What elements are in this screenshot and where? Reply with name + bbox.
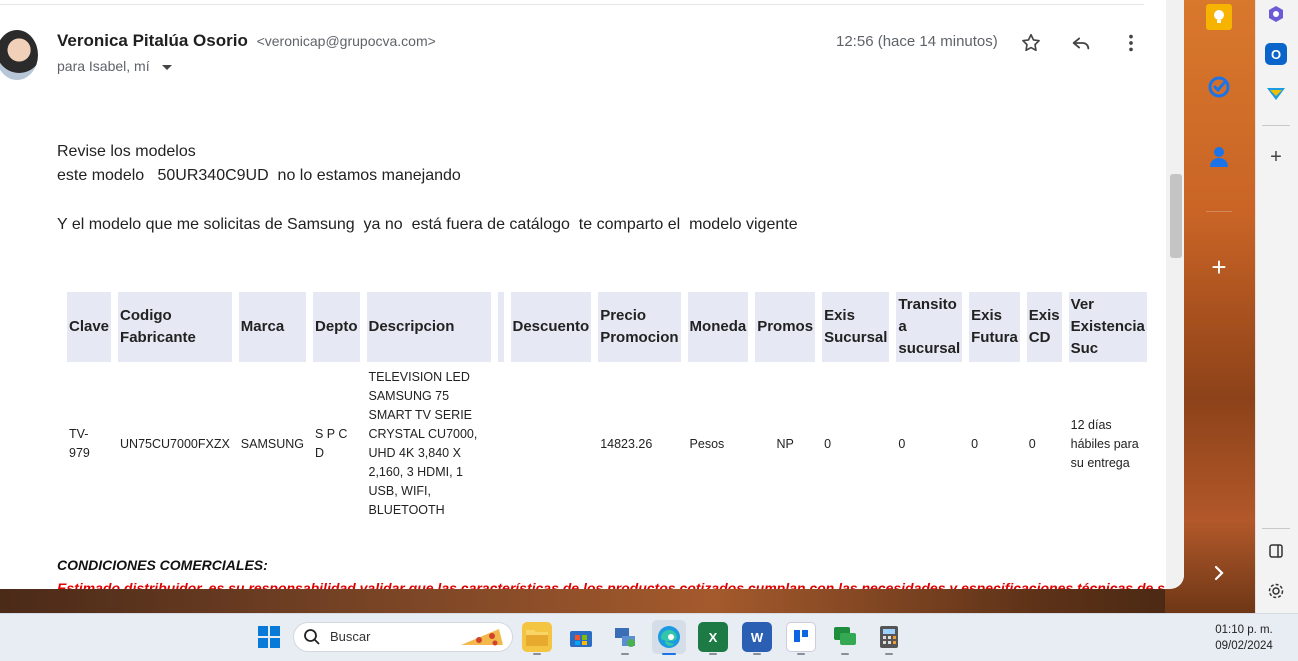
- cell-exis-sucursal: 0: [824, 436, 832, 451]
- scrollbar-track[interactable]: [1166, 0, 1184, 589]
- chat-icon[interactable]: [830, 622, 860, 652]
- excel-icon[interactable]: X: [698, 622, 728, 652]
- divider: [1206, 211, 1232, 212]
- cell-descuento: [511, 366, 592, 522]
- star-icon[interactable]: [1018, 30, 1044, 56]
- panel-toggle-icon[interactable]: [1265, 540, 1287, 562]
- search-icon: [303, 628, 321, 651]
- file-explorer-icon[interactable]: [522, 622, 552, 652]
- more-options-icon[interactable]: [1118, 30, 1144, 56]
- header-promos: Promos: [755, 292, 816, 362]
- start-icon[interactable]: [254, 622, 284, 652]
- divider: [0, 4, 1144, 5]
- recipients-text: para Isabel, mí: [57, 58, 150, 74]
- cell-exis-futura: 0: [971, 436, 979, 451]
- body-line-2: este modelo 50UR340C9UD no lo estamos ma…: [57, 167, 461, 184]
- sender-email: <veronicap@grupocva.com>: [256, 33, 436, 49]
- cell-depto: S P C D: [315, 427, 348, 460]
- sender-name[interactable]: Veronica Pitalúa Osorio: [57, 31, 248, 50]
- recipients-line[interactable]: para Isabel, mí: [57, 58, 172, 74]
- chevron-down-icon[interactable]: [161, 64, 172, 70]
- network-app-icon[interactable]: [610, 622, 640, 652]
- tasks-icon[interactable]: [1206, 74, 1232, 100]
- running-indicator: [621, 653, 629, 655]
- divider: [1262, 125, 1290, 126]
- taskbar: [0, 613, 1298, 661]
- cell-spacer: [498, 366, 504, 522]
- search-placeholder: Buscar: [330, 629, 371, 644]
- header-clave: Clave: [67, 292, 112, 362]
- table-header-row: Clave Codigo Fabricante Marca Depto Desc…: [67, 292, 1147, 362]
- outlook-icon[interactable]: O: [1265, 43, 1287, 65]
- cell-precio: 14823.26: [600, 436, 653, 451]
- send-icon[interactable]: [1265, 83, 1287, 105]
- body-line-1: Revise los modelos: [57, 143, 196, 160]
- store-icon[interactable]: [566, 622, 596, 652]
- header-spacer: [497, 292, 504, 362]
- pizza-icon: [459, 625, 505, 654]
- cell-ver-existencia: 12 días hábiles para su entrega: [1070, 417, 1139, 470]
- divider: [1262, 528, 1290, 529]
- header-marca: Marca: [238, 292, 306, 362]
- header-codigo: Codigo Fabricante: [118, 292, 232, 362]
- running-indicator: [709, 653, 717, 655]
- body-line-3: Y el modelo que me solicitas de Samsung …: [57, 216, 798, 233]
- cell-exis-cd: 0: [1028, 436, 1036, 451]
- header-depto: Depto: [313, 292, 360, 362]
- conditions-text: Estimado distribuidor, es su responsabil…: [57, 580, 1174, 589]
- taskbar-clock[interactable]: 01:10 p. m. 09/02/2024: [1212, 622, 1276, 654]
- running-indicator: [841, 653, 849, 655]
- cell-transito: 0: [898, 436, 906, 451]
- word-icon[interactable]: W: [742, 622, 772, 652]
- running-indicator: [885, 653, 893, 655]
- clock-time: 01:10 p. m.: [1215, 624, 1273, 636]
- sender-line: Veronica Pitalúa Osorio <veronicap@grupo…: [57, 31, 436, 51]
- header-exis-sucursal: Exis Sucursal: [822, 292, 890, 362]
- conditions-title: CONDICIONES COMERCIALES:: [57, 557, 268, 573]
- chevron-right-icon[interactable]: [1206, 560, 1232, 586]
- header-ver-existencia: Ver Existencia Suc: [1068, 292, 1147, 362]
- add-addon-icon[interactable]: +: [1206, 252, 1232, 282]
- cell-marca: SAMSUNG: [240, 436, 304, 451]
- active-indicator: [662, 653, 676, 655]
- keep-icon[interactable]: [1206, 4, 1232, 30]
- running-indicator: [753, 653, 761, 655]
- scrollbar-thumb[interactable]: [1170, 174, 1182, 258]
- avatar[interactable]: [0, 30, 38, 80]
- clock-date: 09/02/2024: [1215, 640, 1273, 652]
- table-row: TV-979 UN75CU7000FXZX SAMSUNG S P C D TE…: [67, 366, 1147, 522]
- cell-promos: NP: [776, 436, 794, 451]
- running-indicator: [533, 653, 541, 655]
- header-descripcion: Descripcion: [366, 292, 491, 362]
- add-icon[interactable]: +: [1265, 146, 1287, 168]
- cell-moneda: Pesos: [689, 436, 725, 451]
- header-moneda: Moneda: [687, 292, 749, 362]
- copilot-icon[interactable]: [1265, 3, 1287, 25]
- header-exis-futura: Exis Futura: [969, 292, 1020, 362]
- header-transito: Transito a sucursal: [896, 292, 963, 362]
- message-time: 12:56 (hace 14 minutos): [836, 33, 998, 50]
- contacts-icon[interactable]: [1206, 144, 1232, 170]
- cell-codigo: UN75CU7000FXZX: [120, 436, 230, 451]
- reply-icon[interactable]: [1068, 30, 1094, 56]
- product-table: Clave Codigo Fabricante Marca Depto Desc…: [60, 288, 1154, 526]
- header-precio: Precio Promocion: [598, 292, 681, 362]
- cell-descripcion: TELEVISION LED SAMSUNG 75 SMART TV SERIE…: [368, 370, 478, 517]
- edge-icon[interactable]: [652, 620, 686, 654]
- header-exis-cd: Exis CD: [1026, 292, 1062, 362]
- running-indicator: [797, 653, 805, 655]
- cell-clave: TV-979: [69, 427, 90, 460]
- calculator-icon[interactable]: [874, 622, 904, 652]
- header-descuento: Descuento: [510, 292, 592, 362]
- email-message-pane: Veronica Pitalúa Osorio <veronicap@grupo…: [0, 0, 1184, 589]
- trello-icon[interactable]: [786, 622, 816, 652]
- settings-icon[interactable]: [1265, 580, 1287, 602]
